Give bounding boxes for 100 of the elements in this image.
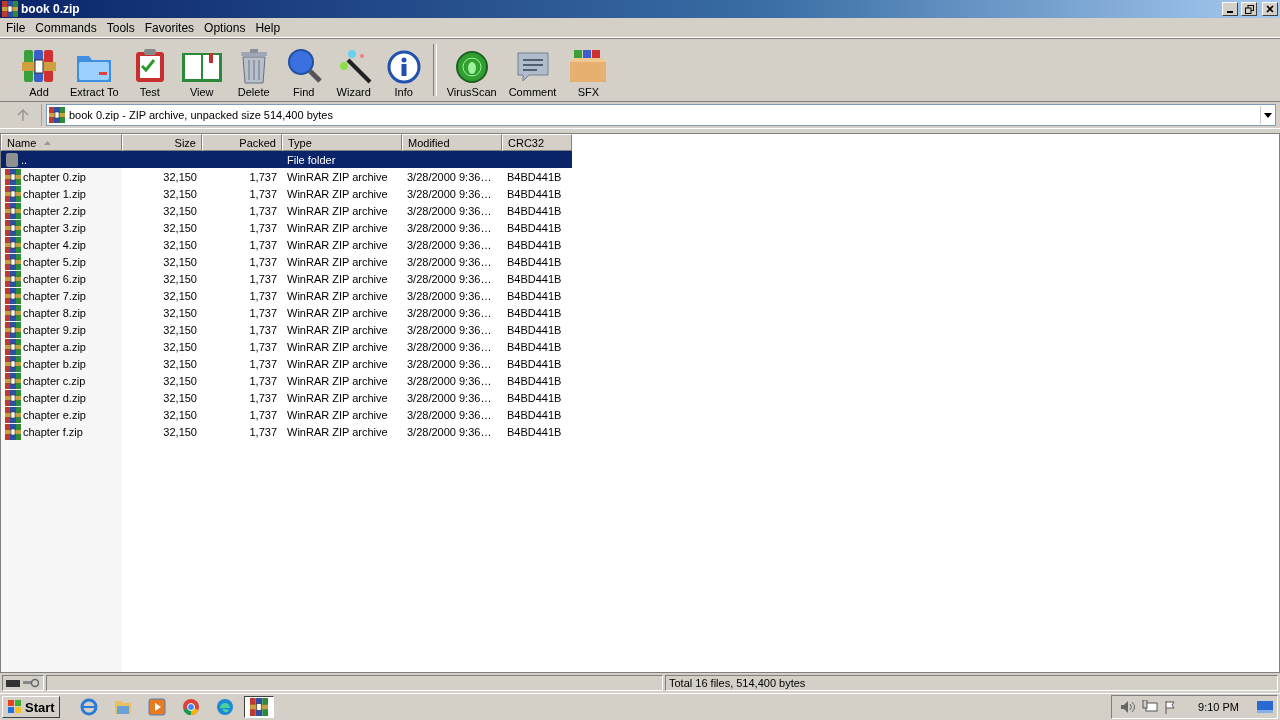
- column-header[interactable]: Packed: [202, 134, 282, 151]
- table-cell: 32,150: [163, 391, 197, 404]
- table-cell: WinRAR ZIP archive: [287, 221, 388, 234]
- table-cell: 3/28/2000 9:36…: [407, 323, 492, 336]
- table-cell: 1,737: [249, 255, 277, 268]
- toolbar-button[interactable]: Wizard: [330, 42, 377, 98]
- menu-item[interactable]: Help: [250, 20, 286, 35]
- magnifier-icon: [285, 48, 322, 84]
- menu-item[interactable]: Tools: [101, 20, 140, 35]
- file-row[interactable]: chapter e.zip 32,150 1,737 WinRAR ZIP archive 3/28/2000 9:36… B4BD441B: [1, 406, 572, 423]
- toolbar-button[interactable]: Comment: [504, 42, 561, 98]
- table-cell: chapter b.zip: [23, 357, 86, 370]
- taskbar-app-button[interactable]: [243, 696, 274, 718]
- file-row[interactable]: chapter f.zip 32,150 1,737 WinRAR ZIP archive 3/28/2000 9:36… B4BD441B: [1, 423, 572, 440]
- table-cell: chapter 1.zip: [23, 187, 86, 200]
- toolbar-button[interactable]: View: [176, 42, 227, 98]
- archive-icon: [5, 338, 21, 355]
- table-cell: 3/28/2000 9:36…: [407, 272, 492, 285]
- file-row[interactable]: chapter 4.zip 32,150 1,737 WinRAR ZIP archive 3/28/2000 9:36… B4BD441B: [1, 236, 572, 253]
- table-cell: WinRAR ZIP archive: [287, 187, 388, 200]
- file-row[interactable]: chapter a.zip 32,150 1,737 WinRAR ZIP archive 3/28/2000 9:36… B4BD441B: [1, 338, 572, 355]
- window-title: book 0.zip: [21, 2, 81, 16]
- table-cell: 1,737: [249, 170, 277, 183]
- restore-button[interactable]: [1241, 2, 1257, 16]
- toolbar-button[interactable]: Test: [126, 42, 173, 98]
- close-button[interactable]: [1262, 2, 1278, 16]
- table-cell: B4BD441B: [507, 391, 562, 404]
- file-row[interactable]: chapter b.zip 32,150 1,737 WinRAR ZIP archive 3/28/2000 9:36… B4BD441B: [1, 355, 572, 372]
- archive-icon: [5, 355, 21, 372]
- file-row[interactable]: chapter 6.zip 32,150 1,737 WinRAR ZIP archive 3/28/2000 9:36… B4BD441B: [1, 270, 572, 287]
- menu-item[interactable]: File: [1, 20, 31, 35]
- up-arrow-icon: [16, 109, 29, 121]
- toolbar-button[interactable]: Extract To: [66, 42, 123, 98]
- table-cell: chapter 3.zip: [23, 221, 86, 234]
- table-cell: 1,737: [249, 408, 277, 421]
- table-cell: 3/28/2000 9:36…: [407, 204, 492, 217]
- archive-icon: [5, 304, 21, 321]
- archive-icon: [2, 1, 18, 17]
- address-field[interactable]: book 0.zip - ZIP archive, unpacked size 514,400 bytes: [46, 104, 1276, 126]
- file-row[interactable]: .. File folder: [1, 151, 572, 168]
- table-cell: chapter 2.zip: [23, 204, 86, 217]
- speaker-icon: [1120, 700, 1137, 714]
- table-cell: chapter 8.zip: [23, 306, 86, 319]
- menu-item[interactable]: Options: [199, 20, 251, 35]
- column-header[interactable]: Type: [282, 134, 402, 151]
- windows-logo-icon: [7, 699, 23, 715]
- table-cell: WinRAR ZIP archive: [287, 204, 388, 217]
- toolbar-button[interactable]: SFX: [564, 42, 613, 98]
- column-header[interactable]: Name: [1, 134, 122, 151]
- file-row[interactable]: chapter 8.zip 32,150 1,737 WinRAR ZIP archive 3/28/2000 9:36… B4BD441B: [1, 304, 572, 321]
- table-cell: WinRAR ZIP archive: [287, 340, 388, 353]
- file-row[interactable]: chapter 0.zip 32,150 1,737 WinRAR ZIP archive 3/28/2000 9:36… B4BD441B: [1, 168, 572, 185]
- column-header[interactable]: Size: [122, 134, 202, 151]
- table-cell: 32,150: [163, 204, 197, 217]
- file-row[interactable]: chapter c.zip 32,150 1,737 WinRAR ZIP archive 3/28/2000 9:36… B4BD441B: [1, 372, 572, 389]
- table-cell: WinRAR ZIP archive: [287, 391, 388, 404]
- file-row[interactable]: chapter 1.zip 32,150 1,737 WinRAR ZIP archive 3/28/2000 9:36… B4BD441B: [1, 185, 572, 202]
- table-cell: chapter 5.zip: [23, 255, 86, 268]
- table-cell: WinRAR ZIP archive: [287, 425, 388, 438]
- table-cell: 3/28/2000 9:36…: [407, 221, 492, 234]
- table-cell: B4BD441B: [507, 306, 562, 319]
- drive-icon: [6, 679, 20, 687]
- menu-item[interactable]: Commands: [30, 20, 102, 35]
- table-cell: 1,737: [249, 425, 277, 438]
- toolbar-button[interactable]: Find: [280, 42, 327, 98]
- table-cell: File folder: [287, 153, 336, 166]
- menu-item[interactable]: Favorites: [139, 20, 200, 35]
- column-header[interactable]: Modified: [402, 134, 502, 151]
- table-cell: 32,150: [163, 374, 197, 387]
- file-row[interactable]: chapter 5.zip 32,150 1,737 WinRAR ZIP archive 3/28/2000 9:36… B4BD441B: [1, 253, 572, 270]
- column-header[interactable]: CRC32: [502, 134, 572, 151]
- table-cell: 32,150: [163, 255, 197, 268]
- archive-icon: [5, 236, 21, 253]
- file-row[interactable]: chapter d.zip 32,150 1,737 WinRAR ZIP archive 3/28/2000 9:36… B4BD441B: [1, 389, 572, 406]
- toolbar-button[interactable]: Info: [380, 42, 427, 98]
- table-cell: 1,737: [249, 289, 277, 302]
- table-cell: B4BD441B: [507, 340, 562, 353]
- table-cell: WinRAR ZIP archive: [287, 289, 388, 302]
- toolbar-button[interactable]: Add: [16, 42, 62, 98]
- table-cell: B4BD441B: [507, 238, 562, 251]
- toolbar-button[interactable]: Delete: [230, 42, 277, 98]
- file-row[interactable]: chapter 2.zip 32,150 1,737 WinRAR ZIP archive 3/28/2000 9:36… B4BD441B: [1, 202, 572, 219]
- archive-icon: [5, 423, 21, 440]
- show-desktop-icon[interactable]: [1257, 701, 1273, 713]
- open-book-icon: [180, 50, 223, 84]
- toolbar-button[interactable]: VirusScan: [442, 42, 501, 98]
- minimize-button[interactable]: [1222, 2, 1238, 16]
- table-cell: 3/28/2000 9:36…: [407, 408, 492, 421]
- file-row[interactable]: chapter 7.zip 32,150 1,737 WinRAR ZIP archive 3/28/2000 9:36… B4BD441B: [1, 287, 572, 304]
- table-cell: 1,737: [249, 187, 277, 200]
- table-cell: 32,150: [163, 306, 197, 319]
- table-cell: 32,150: [163, 187, 197, 200]
- table-cell: chapter f.zip: [23, 425, 83, 438]
- table-cell: B4BD441B: [507, 289, 562, 302]
- table-cell: 3/28/2000 9:36…: [407, 170, 492, 183]
- file-row[interactable]: chapter 3.zip 32,150 1,737 WinRAR ZIP archive 3/28/2000 9:36… B4BD441B: [1, 219, 572, 236]
- start-button[interactable]: Start: [2, 696, 60, 718]
- table-cell: WinRAR ZIP archive: [287, 357, 388, 370]
- file-row[interactable]: chapter 9.zip 32,150 1,737 WinRAR ZIP archive 3/28/2000 9:36… B4BD441B: [1, 321, 572, 338]
- speech-bubble-icon: [514, 50, 551, 84]
